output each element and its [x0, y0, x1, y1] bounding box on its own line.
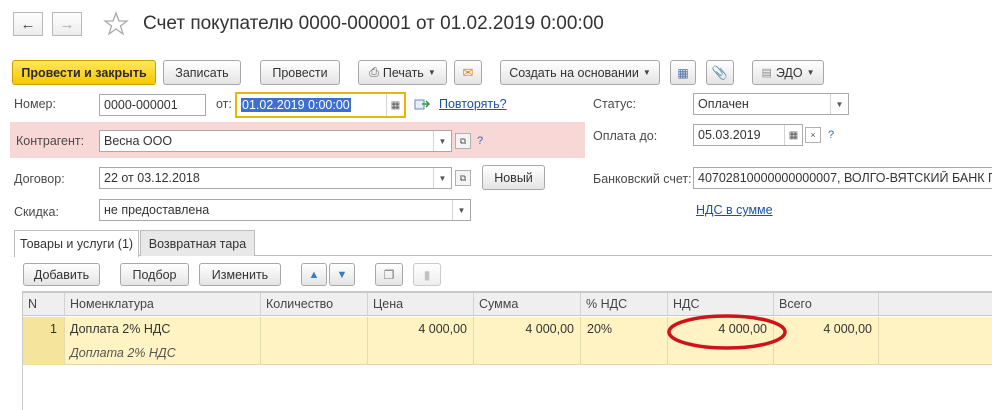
back-button[interactable]: ←	[13, 12, 43, 36]
pay-until-field[interactable]: 05.03.2019 ▦	[693, 124, 803, 146]
status-value: Оплачен	[698, 97, 749, 111]
forward-button[interactable]: →	[52, 12, 82, 36]
col-header-total[interactable]: Всего	[774, 293, 879, 315]
print-button-label: Печать	[382, 65, 424, 80]
envelope-icon: ✉	[462, 64, 474, 80]
discount-label: Скидка:	[14, 205, 59, 219]
col-header-price[interactable]: Цена	[368, 293, 474, 315]
export-icon[interactable]	[414, 97, 431, 111]
new-contract-button[interactable]: Новый	[482, 165, 545, 190]
pay-until-label: Оплата до:	[593, 129, 658, 143]
chevron-down-icon: ▼	[642, 68, 651, 77]
annotation-ellipse	[665, 312, 789, 352]
chevron-down-icon[interactable]: ▼	[433, 168, 451, 188]
bank-account-field[interactable]: 40702810000000000007, ВОЛГО-ВЯТСКИЙ БАНК…	[693, 167, 992, 189]
status-select[interactable]: Оплачен ▼	[693, 93, 849, 115]
copy-icon: ❐	[383, 267, 395, 282]
chevron-down-icon: ▼	[806, 68, 815, 77]
cell-item[interactable]: Доплата 2% НДС Доплата 2% НДС	[65, 317, 261, 365]
create-based-on-button[interactable]: Создать на основании ▼	[500, 60, 660, 85]
print-button[interactable]: ⎙ Печать ▼	[358, 60, 447, 85]
cell-sum[interactable]: 4 000,00	[474, 317, 581, 365]
calendar-icon[interactable]: ▦	[386, 94, 404, 116]
create-based-on-label: Создать на основании	[509, 65, 639, 80]
cell-qty[interactable]	[261, 317, 368, 365]
status-label: Статус:	[593, 97, 636, 111]
table-row[interactable]: 1 Доплата 2% НДС Доплата 2% НДС 4 000,00…	[23, 317, 992, 365]
contractor-value: Весна ООО	[104, 134, 173, 148]
col-header-qty[interactable]: Количество	[261, 293, 368, 315]
chevron-down-icon[interactable]: ▼	[433, 131, 451, 151]
calendar-icon[interactable]: ▦	[784, 125, 802, 145]
number-field[interactable]: 0000-000001	[99, 94, 206, 116]
col-header-n[interactable]: N	[23, 293, 65, 315]
email-button[interactable]: ✉	[454, 60, 482, 85]
clear-icon[interactable]: ×	[805, 127, 821, 143]
repeat-link[interactable]: Повторять?	[439, 97, 507, 111]
date-label: от:	[216, 97, 232, 111]
move-down-button[interactable]: ▼	[329, 263, 355, 286]
arrow-down-icon: ▼	[336, 268, 348, 281]
contractor-field[interactable]: Весна ООО ▼	[99, 130, 452, 152]
post-button[interactable]: Провести	[260, 60, 340, 85]
date-field[interactable]: 01.02.2019 0:00:00 ▦	[235, 92, 406, 118]
edo-icon: ▤	[761, 67, 772, 79]
contract-value: 22 от 03.12.2018	[104, 171, 200, 185]
move-up-button[interactable]: ▲	[301, 263, 327, 286]
col-header-item[interactable]: Номенклатура	[65, 293, 261, 315]
contractor-help-icon[interactable]: ?	[477, 135, 483, 147]
contractor-label: Контрагент:	[16, 134, 85, 148]
date-value: 01.02.2019 0:00:00	[241, 98, 351, 112]
cell-total[interactable]: 4 000,00	[774, 317, 879, 365]
col-header-sum[interactable]: Сумма	[474, 293, 581, 315]
pay-until-value: 05.03.2019	[698, 128, 761, 142]
bank-account-value: 40702810000000000007, ВОЛГО-ВЯТСКИЙ БАНК…	[698, 171, 992, 185]
tab-goods-services[interactable]: Товары и услуги (1)	[14, 230, 139, 257]
number-label: Номер:	[14, 97, 56, 111]
chevron-down-icon: ▼	[427, 68, 436, 77]
structure-button[interactable]: ▦	[670, 60, 696, 85]
chevron-down-icon[interactable]: ▼	[452, 200, 470, 220]
discount-value: не предоставлена	[104, 203, 210, 217]
open-contractor-icon[interactable]: ⧉	[455, 133, 471, 149]
item-name: Доплата 2% НДС	[70, 322, 171, 336]
tab-returnable-packaging[interactable]: Возвратная тара	[140, 230, 255, 256]
vat-in-sum-link[interactable]: НДС в сумме	[696, 203, 773, 217]
page-title: Счет покупателю 0000-000001 от 01.02.201…	[143, 13, 604, 34]
edo-button[interactable]: ▤ ЭДО ▼	[752, 60, 824, 85]
pay-until-help-icon[interactable]: ?	[828, 129, 834, 141]
contract-field[interactable]: 22 от 03.12.2018 ▼	[99, 167, 452, 189]
add-row-button[interactable]: Добавить	[23, 263, 100, 286]
table-header: N Номенклатура Количество Цена Сумма % Н…	[23, 292, 992, 316]
copy-row-button[interactable]: ❐	[375, 263, 403, 286]
cell-n: 1	[23, 317, 65, 365]
open-contract-icon[interactable]: ⧉	[455, 170, 471, 186]
save-button[interactable]: Записать	[163, 60, 241, 85]
paste-row-button[interactable]: ▮	[413, 263, 441, 286]
arrow-left-icon: ←	[20, 15, 36, 33]
pick-button[interactable]: Подбор	[120, 263, 189, 286]
edit-row-button[interactable]: Изменить	[199, 263, 281, 286]
edo-button-label: ЭДО	[775, 65, 803, 80]
arrow-up-icon: ▲	[308, 268, 320, 281]
bank-account-label: Банковский счет:	[593, 172, 692, 186]
chevron-down-icon[interactable]: ▼	[830, 94, 848, 114]
clipboard-icon: ▮	[423, 267, 431, 282]
discount-select[interactable]: не предоставлена ▼	[99, 199, 471, 221]
cell-vat-rate[interactable]: 20%	[581, 317, 668, 365]
attach-button[interactable]: 📎	[706, 60, 734, 85]
cell-price[interactable]: 4 000,00	[368, 317, 474, 365]
post-and-close-button[interactable]: Провести и закрыть	[12, 60, 156, 85]
arrow-right-icon: →	[59, 15, 75, 33]
item-description: Доплата 2% НДС	[70, 346, 176, 360]
printer-icon: ⎙	[369, 65, 379, 79]
contract-label: Договор:	[14, 172, 65, 186]
structure-icon: ▦	[677, 65, 689, 80]
star-icon[interactable]	[103, 11, 129, 37]
col-header-vat-rate[interactable]: % НДС	[581, 293, 668, 315]
paperclip-icon: 📎	[711, 64, 729, 80]
number-value: 0000-000001	[104, 98, 178, 112]
